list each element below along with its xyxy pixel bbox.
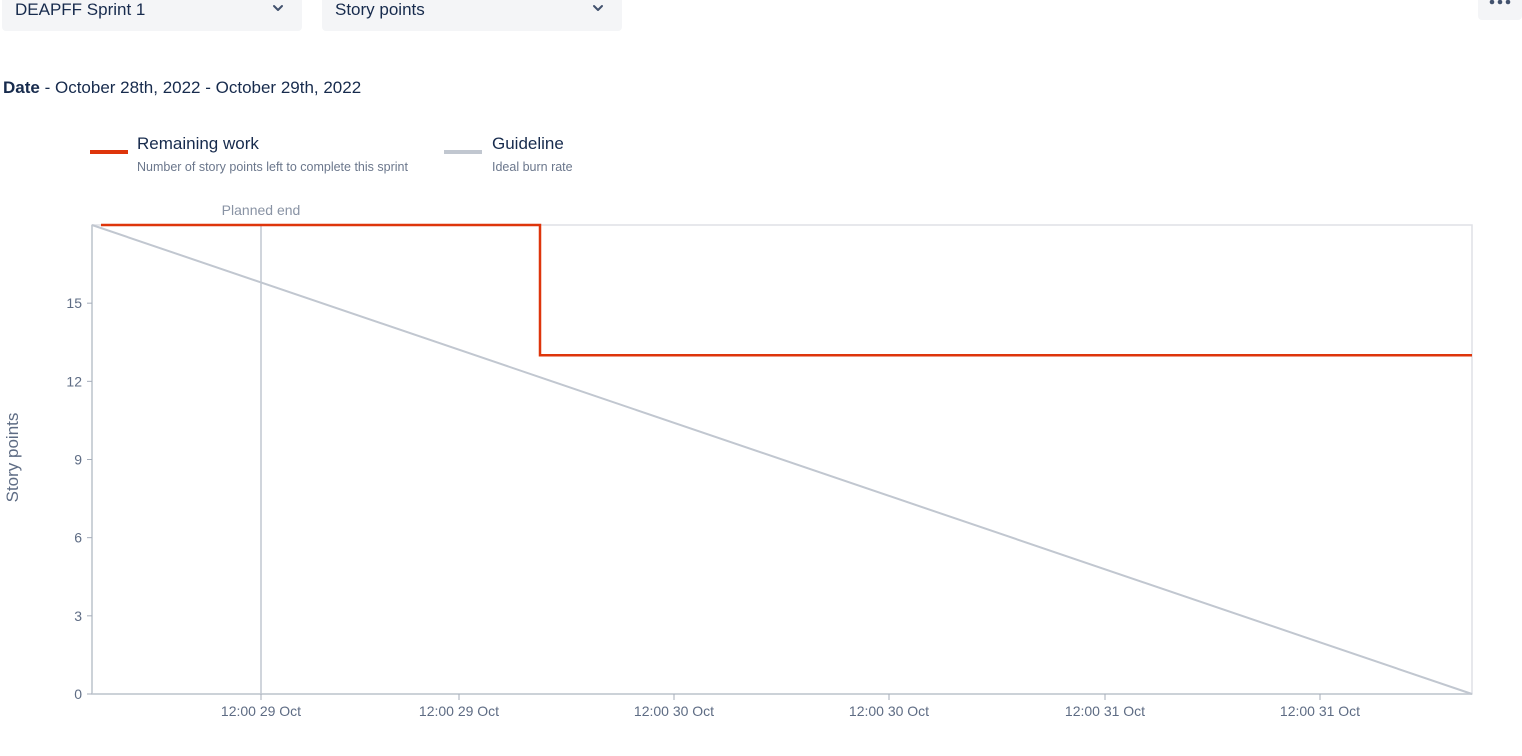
y-tick-label: 3 — [74, 608, 82, 624]
x-tick-label: 12:00 31 Oct — [1280, 703, 1360, 719]
y-axis-title: Story points — [3, 413, 22, 503]
y-tick-label: 15 — [66, 295, 82, 311]
x-tick-label: 12:00 30 Oct — [634, 703, 714, 719]
y-tick-label: 0 — [74, 686, 82, 702]
planned-end-label: Planned end — [222, 202, 301, 218]
burndown-chart: 0 3 6 9 12 15 12:00 29 Oct 12:00 29 Oct 12:00 30… — [3, 202, 1473, 719]
remaining-work-line — [101, 223, 1472, 357]
y-tick-label: 12 — [66, 373, 82, 389]
x-tick-label: 12:00 31 Oct — [1065, 703, 1145, 719]
x-tick-label: 12:00 29 Oct — [221, 703, 301, 719]
guideline-line — [91, 224, 1473, 695]
y-tick-label: 6 — [74, 530, 82, 546]
x-tick-label: 12:00 29 Oct — [419, 703, 499, 719]
y-tick-label: 9 — [74, 452, 82, 468]
x-tick-label: 12:00 30 Oct — [849, 703, 929, 719]
